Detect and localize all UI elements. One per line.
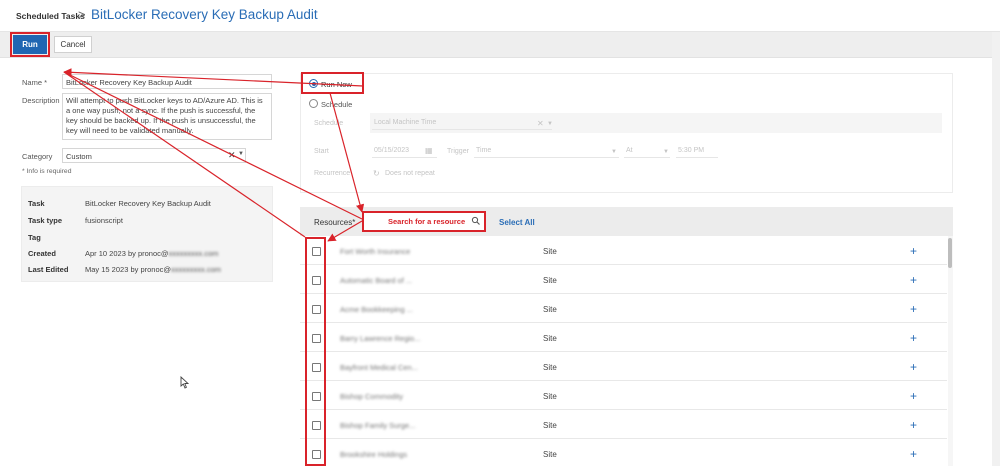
- chevron-down-icon: ▼: [663, 149, 669, 155]
- table-row[interactable]: Acme Bookkeeping ... Site +: [300, 294, 947, 323]
- trigger-select: Time: [474, 145, 619, 158]
- chevron-down-icon[interactable]: ▼: [238, 151, 244, 157]
- add-resource-icon[interactable]: +: [910, 447, 917, 461]
- table-row[interactable]: Fort Worth Insurance Site +: [300, 236, 947, 265]
- info-required-note: * Info is required: [22, 168, 72, 175]
- add-resource-icon[interactable]: +: [910, 389, 917, 403]
- task-type-label: Task type: [28, 216, 63, 225]
- calendar-icon: ▦: [425, 146, 433, 155]
- last-edited-email-blurred: xxxxxxxxx.com: [171, 265, 222, 274]
- page-title: BitLocker Recovery Key Backup Audit: [91, 7, 318, 22]
- resource-type: Site: [543, 392, 557, 401]
- resource-type: Site: [543, 450, 557, 459]
- cancel-button[interactable]: Cancel: [54, 36, 92, 53]
- created-label: Created: [28, 249, 56, 258]
- name-label: Name *: [22, 78, 48, 87]
- resource-name: Bishop Family Surge...: [340, 421, 416, 430]
- mouse-cursor-icon: [180, 376, 189, 389]
- start-label: Start: [314, 148, 329, 155]
- add-resource-icon[interactable]: +: [910, 418, 917, 432]
- created-email-blurred: xxxxxxxxx.com: [168, 249, 219, 258]
- table-row[interactable]: Bishop Family Surge... Site +: [300, 410, 947, 439]
- add-resource-icon[interactable]: +: [910, 273, 917, 287]
- add-resource-icon[interactable]: +: [910, 302, 917, 316]
- add-resource-icon[interactable]: +: [910, 244, 917, 258]
- table-row[interactable]: Bayfront Medical Cen... Site +: [300, 352, 947, 381]
- resource-name: Bishop Commodity: [340, 392, 403, 401]
- resource-type: Site: [543, 421, 557, 430]
- name-field[interactable]: BitLocker Recovery Key Backup Audit: [62, 74, 272, 89]
- last-edited-text: May 15 2023 by pronoc@: [85, 265, 171, 274]
- clear-icon[interactable]: ✕: [228, 150, 236, 161]
- add-resource-icon[interactable]: +: [910, 360, 917, 374]
- resource-search-placeholder[interactable]: Search for a resource: [388, 217, 465, 226]
- description-label: Description: [22, 96, 60, 105]
- resource-name: Fort Worth Insurance: [340, 247, 411, 256]
- resource-name: Brookshire Holdings: [340, 450, 408, 459]
- checkbox-column-highlight: [305, 237, 326, 466]
- add-resource-icon[interactable]: +: [910, 331, 917, 345]
- timezone-select: Local Machine Time: [372, 117, 552, 130]
- task-label: Task: [28, 199, 45, 208]
- scrollbar-thumb[interactable]: [948, 238, 952, 268]
- resources-label: Resources*: [314, 218, 356, 227]
- description-field[interactable]: Will attempt to push BitLocker keys to A…: [62, 93, 272, 140]
- top-bar: Scheduled Tasks > BitLocker Recovery Key…: [0, 0, 1000, 32]
- search-icon[interactable]: [471, 216, 481, 226]
- recurrence-icon: ↻: [373, 169, 380, 178]
- resource-type: Site: [543, 334, 557, 343]
- category-select[interactable]: Custom: [62, 148, 246, 163]
- run-button[interactable]: Run: [10, 32, 50, 57]
- resource-type: Site: [543, 305, 557, 314]
- table-row[interactable]: Brookshire Holdings Site +: [300, 439, 947, 466]
- scrollbar-track[interactable]: [948, 236, 953, 466]
- resource-type: Site: [543, 363, 557, 372]
- created-value: Apr 10 2023 by pronoc@xxxxxxxxx.com: [85, 249, 219, 258]
- resource-name: Automatic Board of ...: [340, 276, 413, 285]
- last-edited-label: Last Edited: [28, 265, 69, 274]
- task-type-value: fusionscript: [85, 216, 123, 225]
- clear-icon: ✕: [537, 119, 544, 128]
- page-scrollbar[interactable]: [992, 32, 1000, 466]
- chevron-down-icon: ▼: [611, 149, 617, 155]
- table-row[interactable]: Automatic Board of ... Site +: [300, 265, 947, 294]
- run-now-highlight: [301, 72, 364, 94]
- schedule-field-label: Schedule: [314, 120, 344, 127]
- time-field: 5:30 PM: [676, 145, 718, 158]
- schedule-radio[interactable]: [309, 99, 318, 108]
- chevron-down-icon: ▼: [547, 121, 553, 127]
- resource-name: Barry Lawrence Regio...: [340, 334, 421, 343]
- breadcrumb-scheduled-tasks[interactable]: Scheduled Tasks: [16, 11, 85, 21]
- resource-name: Acme Bookkeeping ...: [340, 305, 413, 314]
- last-edited-value: May 15 2023 by pronoc@xxxxxxxxx.com: [85, 265, 221, 274]
- recurrence-label: Recurrence: [314, 170, 351, 177]
- trigger-label: Trigger: [447, 148, 469, 155]
- resource-type: Site: [543, 276, 557, 285]
- tag-label: Tag: [28, 233, 41, 242]
- table-row[interactable]: Barry Lawrence Regio... Site +: [300, 323, 947, 352]
- resource-list: Fort Worth Insurance Site + Automatic Bo…: [300, 236, 953, 466]
- toolbar: [0, 32, 1000, 58]
- task-value: BitLocker Recovery Key Backup Audit: [85, 199, 211, 208]
- table-row[interactable]: Bishop Commodity Site +: [300, 381, 947, 410]
- recurrence-value: Does not repeat: [385, 170, 435, 177]
- resource-type: Site: [543, 247, 557, 256]
- breadcrumb-chevron-icon: >: [78, 7, 86, 22]
- category-label: Category: [22, 152, 53, 161]
- select-all-link[interactable]: Select All: [499, 218, 535, 227]
- created-text: Apr 10 2023 by pronoc@: [85, 249, 169, 258]
- task-details-panel: Task BitLocker Recovery Key Backup Audit…: [21, 186, 273, 282]
- resource-name: Bayfront Medical Cen...: [340, 363, 418, 372]
- schedule-radio-label[interactable]: Schedule: [321, 100, 352, 109]
